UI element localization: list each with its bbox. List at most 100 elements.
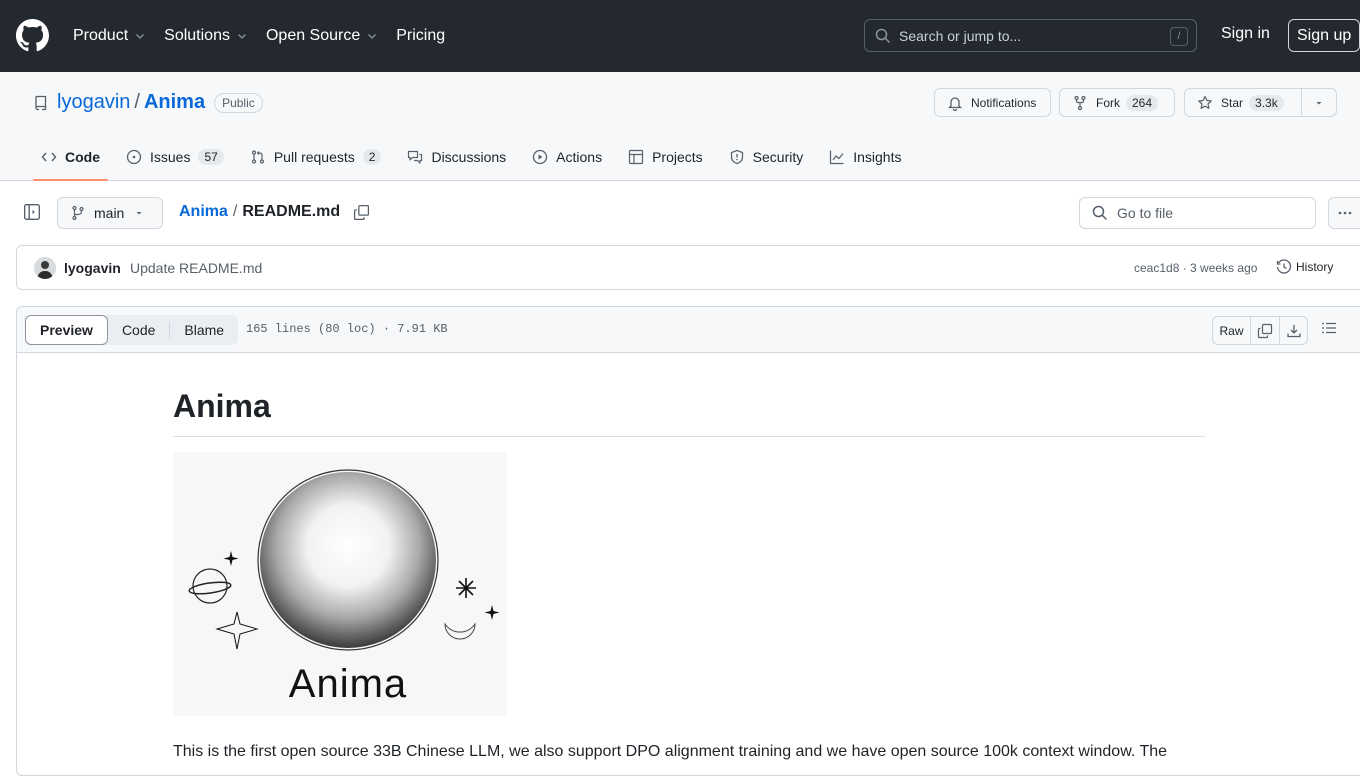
shield-icon: [730, 149, 743, 165]
tab-issues-label: Issues: [150, 149, 191, 165]
breadcrumb-repo-link[interactable]: Anima: [179, 203, 228, 221]
outline-button[interactable]: [1321, 320, 1337, 336]
file-viewer: Preview Code Blame 165 lines (80 loc) · …: [16, 306, 1360, 776]
issue-icon: [126, 149, 142, 165]
copy-icon: [354, 204, 370, 220]
nav-solutions[interactable]: Solutions: [164, 27, 248, 45]
tab-discussions[interactable]: Discussions: [399, 138, 514, 176]
sidebar-toggle-button[interactable]: [23, 203, 43, 223]
chevron-down-icon: [136, 34, 145, 39]
repo-name-link[interactable]: Anima: [144, 91, 205, 114]
bell-icon: [947, 96, 963, 111]
search-placeholder: Search or jump to...: [899, 27, 1022, 44]
anima-logo-image: Anima: [173, 452, 507, 716]
sign-in-link[interactable]: Sign in: [1221, 25, 1270, 43]
nav-product[interactable]: Product: [73, 27, 146, 45]
tab-code[interactable]: Code: [33, 138, 108, 181]
tab-pull-requests[interactable]: Pull requests 2: [242, 138, 390, 176]
graph-icon: [830, 150, 844, 165]
git-branch-icon: [72, 205, 84, 221]
commit-meta[interactable]: ceac1d8 · 3 weeks ago: [1134, 261, 1257, 275]
tab-issues[interactable]: Issues 57: [118, 138, 232, 176]
tab-projects[interactable]: Projects: [620, 138, 711, 176]
breadcrumb-file-name: README.md: [242, 203, 341, 220]
sign-up-button[interactable]: Sign up: [1288, 19, 1360, 52]
tab-preview[interactable]: Preview: [25, 315, 108, 345]
commit-message-link[interactable]: Update README.md: [130, 260, 262, 276]
github-logo-icon[interactable]: [16, 19, 49, 52]
nav-open-source[interactable]: Open Source: [266, 27, 378, 45]
pull-request-icon: [251, 150, 264, 164]
burst-star-icon: [456, 578, 476, 598]
history-button[interactable]: History: [1276, 259, 1333, 275]
breadcrumb-separator: /: [232, 203, 238, 220]
planet-icon: [188, 568, 232, 604]
branch-selector[interactable]: main: [57, 197, 163, 229]
author-avatar[interactable]: [34, 257, 56, 279]
repo-title-separator: /: [134, 91, 140, 113]
repo-owner-link[interactable]: lyogavin: [57, 91, 130, 114]
tab-projects-label: Projects: [652, 149, 703, 165]
view-mode-segmented-control: Preview Code Blame: [25, 315, 239, 345]
list-unordered-icon: [1322, 322, 1336, 334]
compass-star-icon: [215, 611, 259, 650]
tab-code-label: Code: [65, 149, 100, 165]
repo-icon: [35, 95, 47, 110]
triangle-down-icon: [1316, 101, 1322, 104]
sparkle-icon: [484, 605, 500, 620]
star-list-dropdown[interactable]: [1302, 88, 1337, 117]
history-label: History: [1296, 260, 1334, 274]
nav-solutions-label: Solutions: [164, 27, 230, 44]
nav-pricing[interactable]: Pricing: [396, 27, 445, 45]
logo-text: Anima: [289, 662, 407, 706]
file-info: 165 lines (80 loc) · 7.91 KB: [246, 322, 448, 336]
nav-product-label: Product: [73, 27, 129, 44]
star-button[interactable]: Star 3.3k: [1184, 88, 1302, 117]
readme-title: Anima: [173, 353, 1205, 437]
global-nav: Product Solutions Open Source Pricing: [73, 0, 463, 72]
discussions-icon: [408, 150, 423, 164]
tab-blame[interactable]: Blame: [170, 315, 238, 345]
visibility-badge: Public: [214, 92, 263, 113]
tab-actions[interactable]: Actions: [524, 138, 610, 176]
search-shortcut-key: /: [1170, 27, 1188, 46]
repo-title: lyogavin / Anima Public: [33, 91, 263, 114]
file-toolbar: Preview Code Blame 165 lines (80 loc) · …: [17, 307, 1360, 353]
kebab-horizontal-icon: [1338, 211, 1352, 215]
copy-path-button[interactable]: [353, 204, 370, 221]
star-count: 3.3k: [1249, 94, 1284, 111]
sidebar-expand-icon: [24, 204, 40, 220]
readme-intro-paragraph: This is the first open source 33B Chines…: [173, 743, 1168, 760]
triangle-down-icon: [136, 212, 142, 215]
history-icon: [1276, 259, 1292, 274]
search-icon: [1092, 205, 1108, 221]
tab-code-view[interactable]: Code: [108, 315, 169, 345]
tab-actions-label: Actions: [556, 149, 603, 165]
download-raw-button[interactable]: [1279, 317, 1307, 344]
more-options-button[interactable]: [1328, 197, 1360, 229]
star-icon: [1198, 95, 1212, 109]
notifications-label: Notifications: [971, 95, 1037, 110]
repo-header: lyogavin / Anima Public Notifications Fo…: [0, 72, 1360, 181]
raw-button[interactable]: Raw: [1213, 317, 1251, 344]
tab-security[interactable]: Security: [721, 138, 812, 176]
fork-icon: [1074, 95, 1086, 110]
commit-author-link[interactable]: lyogavin: [64, 260, 121, 276]
tab-security-label: Security: [752, 149, 804, 165]
copy-raw-button[interactable]: [1251, 317, 1279, 344]
repo-tabs: Code Issues 57 Pull requests 2 Discussio…: [33, 138, 919, 181]
table-icon: [628, 149, 644, 165]
nav-open-source-label: Open Source: [265, 27, 361, 44]
search-icon: [875, 28, 891, 43]
file-breadcrumb: Anima / README.md: [179, 203, 370, 221]
copy-icon: [1257, 323, 1273, 338]
pull-requests-count: 2: [362, 149, 382, 165]
code-icon: [41, 152, 57, 162]
issues-count: 57: [198, 149, 224, 165]
global-search-input[interactable]: Search or jump to... /: [864, 19, 1197, 52]
notifications-button[interactable]: Notifications: [934, 88, 1051, 117]
tab-insights[interactable]: Insights: [821, 138, 909, 176]
fork-button[interactable]: Fork 264: [1059, 88, 1175, 117]
go-to-file-input[interactable]: Go to file: [1079, 197, 1316, 229]
star-button-group: Star 3.3k: [1184, 88, 1337, 117]
